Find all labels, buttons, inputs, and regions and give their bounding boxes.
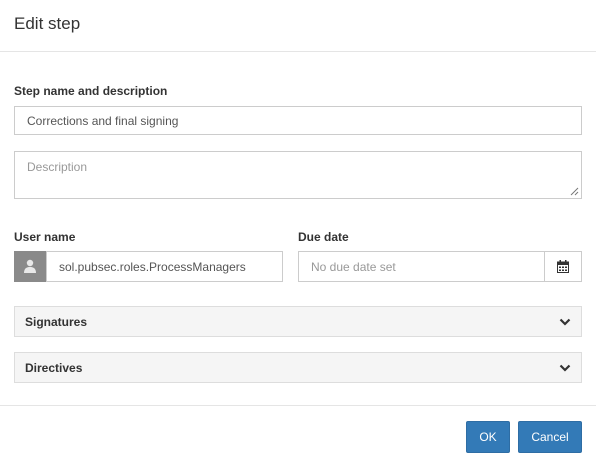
dialog-header: Edit step (0, 0, 596, 52)
description-textarea[interactable]: Description (14, 151, 582, 199)
step-name-value: Corrections and final signing (27, 113, 179, 128)
edit-step-dialog: Edit step Step name and description Corr… (0, 0, 596, 467)
calendar-button[interactable] (544, 251, 582, 282)
ok-button[interactable]: OK (466, 421, 510, 453)
user-name-value: sol.pubsec.roles.ProcessManagers (59, 259, 246, 274)
calendar-icon (557, 260, 569, 273)
cancel-button[interactable]: Cancel (518, 421, 582, 453)
user-name-label: User name (14, 230, 76, 244)
description-placeholder: Description (27, 160, 88, 174)
chevron-down-icon (559, 364, 571, 372)
user-name-input[interactable]: sol.pubsec.roles.ProcessManagers (46, 251, 283, 282)
directives-accordion[interactable]: Directives (14, 352, 582, 383)
due-date-label: Due date (298, 230, 349, 244)
due-date-input[interactable]: No due date set (298, 251, 545, 282)
step-section-label: Step name and description (14, 84, 168, 98)
resize-grip-icon[interactable] (570, 187, 579, 196)
directives-label: Directives (25, 360, 83, 375)
user-icon (14, 251, 46, 282)
chevron-down-icon (559, 318, 571, 326)
step-name-input[interactable]: Corrections and final signing (14, 106, 582, 135)
signatures-label: Signatures (25, 314, 88, 329)
signatures-accordion[interactable]: Signatures (14, 306, 582, 337)
due-date-placeholder: No due date set (311, 259, 396, 274)
dialog-title: Edit step (14, 14, 81, 33)
